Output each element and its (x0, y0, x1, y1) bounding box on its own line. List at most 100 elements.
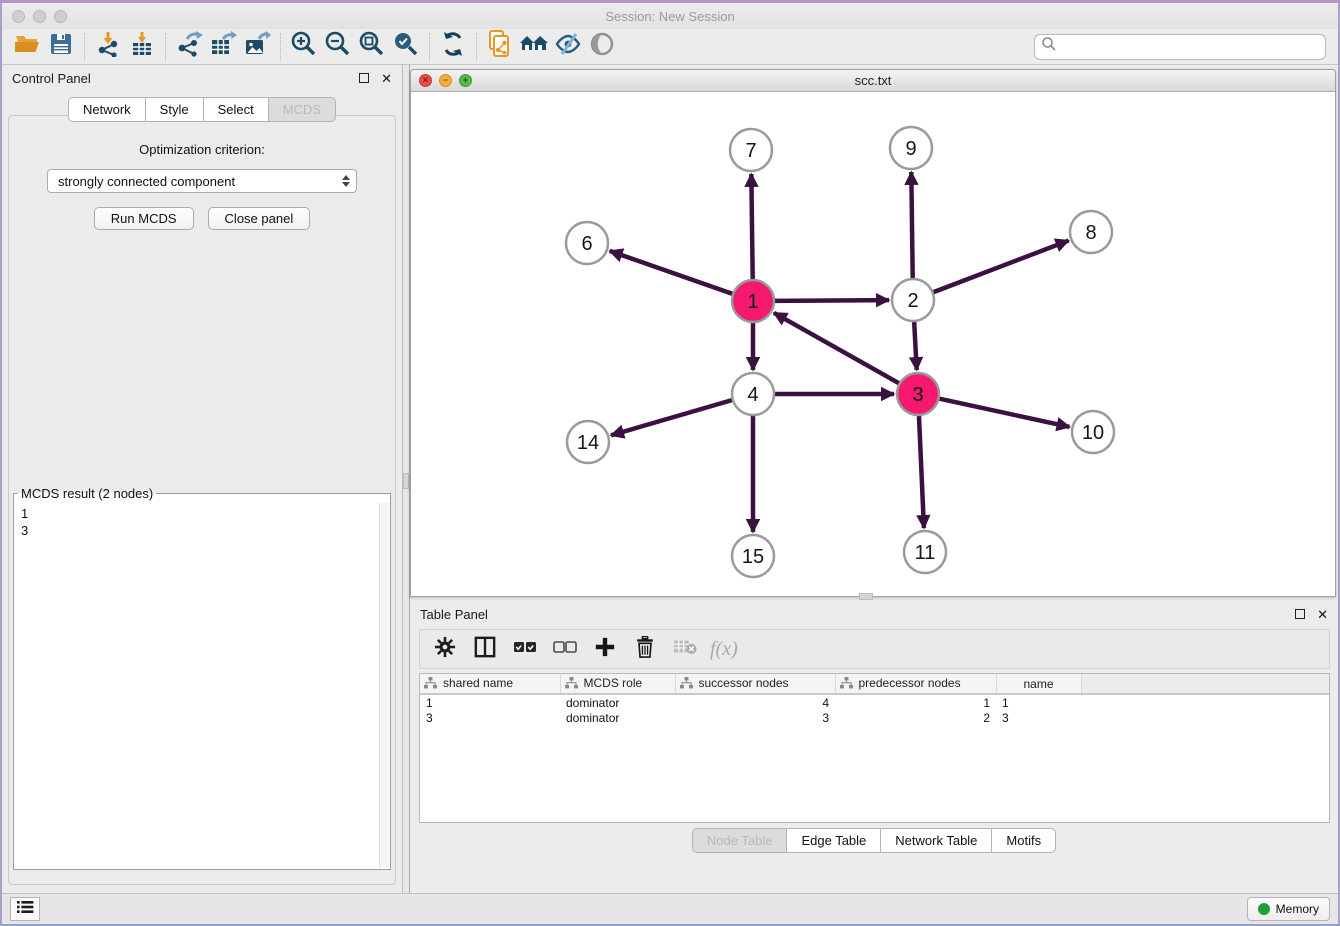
fx-icon: f(x) (710, 638, 738, 661)
control-panel-header: Control Panel ✕ (2, 65, 402, 91)
graph-edge-1-2[interactable] (775, 300, 889, 301)
task-list-icon (16, 899, 34, 920)
clone-network-icon (487, 30, 513, 63)
save-session-button[interactable] (44, 32, 78, 62)
zoom-in-button[interactable] (287, 32, 321, 62)
network-resize-handle[interactable] (859, 593, 873, 600)
optimization-criterion-select[interactable]: strongly connected component (47, 169, 357, 193)
toolbar-separator (429, 33, 430, 61)
tab-mcds[interactable]: MCDS (269, 97, 336, 122)
header-filler (1081, 674, 1329, 694)
column-header-shared-name[interactable]: shared name (420, 674, 560, 694)
close-panel-button[interactable]: Close panel (208, 207, 311, 230)
result-scrollbar[interactable] (379, 503, 389, 868)
cell-predecessor-nodes[interactable]: 2 (835, 710, 996, 726)
control-panel-title: Control Panel (12, 71, 359, 86)
toolbar-separator (84, 33, 85, 61)
tab-node-table[interactable]: Node Table (692, 828, 788, 853)
checked-boxes-icon (513, 639, 537, 660)
memory-button[interactable]: Memory (1247, 897, 1330, 921)
vertical-splitter[interactable] (402, 65, 410, 893)
splitter-handle[interactable] (403, 473, 409, 489)
graph-edge-3-1[interactable] (774, 313, 899, 383)
import-table-button[interactable] (125, 32, 159, 62)
network-view-window: ✕ − + scc.txt 1234678910111415 (410, 69, 1336, 597)
tab-motifs[interactable]: Motifs (992, 828, 1056, 853)
layout-home-icon-button[interactable] (517, 32, 551, 62)
graph-node-label-10: 10 (1082, 422, 1104, 444)
delete-table-button[interactable] (670, 634, 700, 664)
clone-network-button[interactable] (483, 32, 517, 62)
graph-edge-1-6[interactable] (610, 251, 733, 294)
export-network-button[interactable] (172, 32, 206, 62)
column-header-mcds-role[interactable]: MCDS role (560, 674, 675, 694)
cell-name[interactable]: 1 (996, 694, 1081, 710)
graph-edge-3-10[interactable] (939, 399, 1069, 427)
graph-node-label-6: 6 (581, 233, 592, 255)
tab-edge-table[interactable]: Edge Table (787, 828, 881, 853)
column-header-predecessor-nodes[interactable]: predecessor nodes (835, 674, 996, 694)
column-header-name[interactable]: name (996, 674, 1081, 694)
tab-network-table[interactable]: Network Table (881, 828, 992, 853)
mcds-result-fieldset: MCDS result (2 nodes) 1 3 (13, 486, 391, 870)
network-canvas[interactable]: 1234678910111415 (411, 92, 1335, 596)
node-table: shared name MCDS role successor nodes pr… (419, 673, 1330, 823)
export-image-icon (243, 31, 271, 62)
cell-predecessor-nodes[interactable]: 1 (835, 694, 996, 710)
table-settings-button[interactable] (430, 634, 460, 664)
zoom-selected-button[interactable] (389, 32, 423, 62)
table-panel: Table Panel ✕ (410, 601, 1338, 893)
close-table-panel-icon[interactable]: ✕ (1317, 608, 1328, 621)
float-panel-icon[interactable] (359, 73, 369, 83)
table-row[interactable]: 1 dominator 4 1 1 (420, 694, 1329, 710)
node-table-grid: shared name MCDS role successor nodes pr… (420, 674, 1329, 726)
graph-edge-2-8[interactable] (934, 241, 1069, 293)
memory-status-icon (1258, 903, 1270, 915)
close-panel-icon[interactable]: ✕ (381, 72, 392, 85)
task-history-button[interactable] (10, 897, 40, 921)
search-box (1034, 34, 1326, 60)
export-table-button[interactable] (206, 32, 240, 62)
import-network-button[interactable] (91, 32, 125, 62)
float-table-panel-icon[interactable] (1295, 609, 1305, 619)
export-image-button[interactable] (240, 32, 274, 62)
open-file-button[interactable] (10, 32, 44, 62)
zoom-fit-button[interactable] (355, 32, 389, 62)
tab-style[interactable]: Style (146, 97, 204, 122)
graph-node-label-3: 3 (912, 384, 923, 406)
graph-edge-3-11[interactable] (919, 416, 924, 528)
toolbar-separator (280, 33, 281, 61)
cell-shared-name[interactable]: 3 (420, 710, 560, 726)
cell-shared-name[interactable]: 1 (420, 694, 560, 710)
cell-mcds-role[interactable]: dominator (560, 710, 675, 726)
tab-select[interactable]: Select (204, 97, 269, 122)
cell-successor-nodes[interactable]: 4 (675, 694, 835, 710)
table-row[interactable]: 3 dominator 3 2 3 (420, 710, 1329, 726)
tab-network[interactable]: Network (68, 97, 146, 122)
delete-column-button[interactable] (630, 634, 660, 664)
cell-successor-nodes[interactable]: 3 (675, 710, 835, 726)
graph-edge-4-14[interactable] (611, 400, 732, 435)
cell-name[interactable]: 3 (996, 710, 1081, 726)
hierarchy-icon (565, 678, 578, 692)
mcds-result-text[interactable]: 1 3 (15, 503, 378, 868)
hierarchy-icon (680, 678, 693, 692)
window-title: Session: New Session (2, 9, 1338, 24)
trash-icon (635, 636, 655, 663)
show-graphics-details-button[interactable] (551, 32, 585, 62)
show-column-panel-button[interactable] (470, 634, 500, 664)
graph-edge-2-3[interactable] (914, 322, 917, 370)
cell-mcds-role[interactable]: dominator (560, 694, 675, 710)
unselect-all-columns-button[interactable] (550, 634, 580, 664)
create-column-button[interactable] (590, 634, 620, 664)
run-mcds-button[interactable]: Run MCDS (94, 207, 194, 230)
graph-edge-2-9[interactable] (911, 172, 912, 278)
select-all-columns-button[interactable] (510, 634, 540, 664)
refresh-button[interactable] (436, 32, 470, 62)
column-header-successor-nodes[interactable]: successor nodes (675, 674, 835, 694)
birds-eye-view-button[interactable] (585, 32, 619, 62)
graph-edge-1-7[interactable] (751, 174, 752, 279)
function-builder-button[interactable]: f(x) (710, 634, 738, 664)
search-input[interactable] (1057, 39, 1319, 54)
zoom-out-button[interactable] (321, 32, 355, 62)
